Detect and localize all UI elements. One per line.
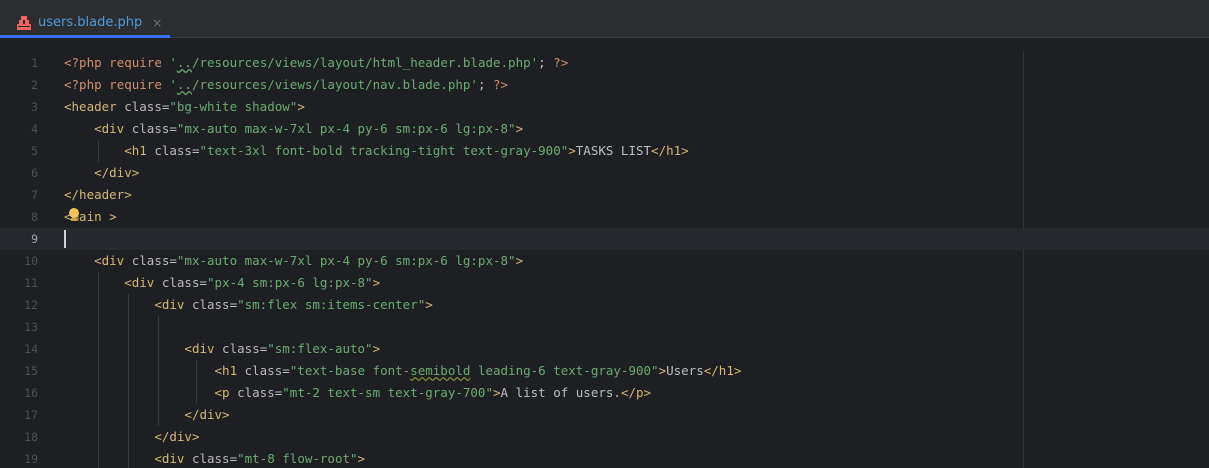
line-content: <header class="bg-white shadow"> <box>64 99 305 114</box>
line-number: 7 <box>31 188 38 202</box>
code-line: 3 <header class="bg-white shadow"> <box>0 96 1209 118</box>
typo-marker: .. <box>176 55 192 70</box>
code-line: 15 <h1 class="text-base font-semibold le… <box>0 360 1209 382</box>
lightbulb-icon[interactable] <box>69 208 79 218</box>
line-number: 1 <box>31 56 38 70</box>
indent-guide <box>98 316 99 338</box>
code-line: 2 <?php require '../resources/views/layo… <box>0 74 1209 96</box>
line-content: <?php require '../resources/views/layout… <box>64 55 569 70</box>
close-icon[interactable]: × <box>152 16 162 30</box>
line-number: 12 <box>24 298 38 312</box>
line-number: 4 <box>31 122 38 136</box>
typo-marker: semibold <box>410 363 471 378</box>
code-line: 18 </div> <box>0 426 1209 448</box>
line-number: 6 <box>31 166 38 180</box>
code-editor[interactable]: users.blade.php × 1 <?php require '../re… <box>0 0 1209 468</box>
line-number: 8 <box>31 210 38 224</box>
line-number: 14 <box>24 342 38 356</box>
line-number: 19 <box>24 452 38 466</box>
code-line: 6 </div> <box>0 162 1209 184</box>
line-content: <h1 class="text-base font-semibold leadi… <box>214 363 742 378</box>
line-number: 15 <box>24 364 38 378</box>
code-line: 8 <main > <box>0 206 1209 228</box>
line-number: 17 <box>24 408 38 422</box>
code-line: 14 <div class="sm:flex-auto"> <box>0 338 1209 360</box>
text-caret <box>64 230 66 248</box>
line-content: <div class="mx-auto max-w-7xl px-4 py-6 … <box>94 253 524 268</box>
indent-guide <box>128 316 129 338</box>
code-line: 4 <div class="mx-auto max-w-7xl px-4 py-… <box>0 118 1209 140</box>
tab-users-blade[interactable]: users.blade.php × <box>0 10 170 38</box>
blade-file-icon <box>16 15 32 31</box>
line-content: <div class="sm:flex-auto"> <box>184 341 381 356</box>
code-line: 5 <h1 class="text-3xl font-bold tracking… <box>0 140 1209 162</box>
code-line: 7 </header> <box>0 184 1209 206</box>
line-content: <div class="mx-auto max-w-7xl px-4 py-6 … <box>94 121 524 136</box>
line-number: 2 <box>31 78 38 92</box>
line-content: <div class="sm:flex sm:items-center"> <box>154 297 433 312</box>
code-line: 16 <p class="mt-2 text-sm text-gray-700"… <box>0 382 1209 404</box>
line-content: <?php require '../resources/views/layout… <box>64 77 509 92</box>
line-content: </div> <box>94 165 140 180</box>
typo-marker: .. <box>176 77 192 92</box>
editor-tab-bar: users.blade.php × <box>0 0 1209 38</box>
line-content: <div class="mt-8 flow-root"> <box>154 451 366 466</box>
code-area[interactable]: 1 <?php require '../resources/views/layo… <box>0 52 1209 468</box>
code-line: 19 <div class="mt-8 flow-root"> <box>0 448 1209 468</box>
line-content: <div class="px-4 sm:px-6 lg:px-8"> <box>124 275 381 290</box>
lightbulb-base <box>71 218 77 221</box>
line-number: 16 <box>24 386 38 400</box>
line-number: 9 <box>31 232 38 246</box>
code-line: 1 <?php require '../resources/views/layo… <box>0 52 1209 74</box>
line-number: 18 <box>24 430 38 444</box>
code-line: 17 </div> <box>0 404 1209 426</box>
line-number: 5 <box>31 144 38 158</box>
indent-guide <box>158 316 159 338</box>
line-content: </div> <box>154 429 200 444</box>
line-number: 11 <box>24 276 38 290</box>
code-line: 11 <div class="px-4 sm:px-6 lg:px-8"> <box>0 272 1209 294</box>
code-line: 12 <div class="sm:flex sm:items-center"> <box>0 294 1209 316</box>
line-content: </header> <box>64 187 132 202</box>
line-number: 10 <box>24 254 38 268</box>
line-number: 13 <box>24 320 38 334</box>
line-number: 3 <box>31 100 38 114</box>
line-content: <h1 class="text-3xl font-bold tracking-t… <box>124 143 689 158</box>
code-line: 13 <box>0 316 1209 338</box>
code-line: 10 <div class="mx-auto max-w-7xl px-4 py… <box>0 250 1209 272</box>
line-content: <p class="mt-2 text-sm text-gray-700">A … <box>214 385 652 400</box>
current-line: 9 <box>0 228 1209 250</box>
tab-filename: users.blade.php <box>38 15 143 30</box>
line-content: </div> <box>184 407 230 422</box>
